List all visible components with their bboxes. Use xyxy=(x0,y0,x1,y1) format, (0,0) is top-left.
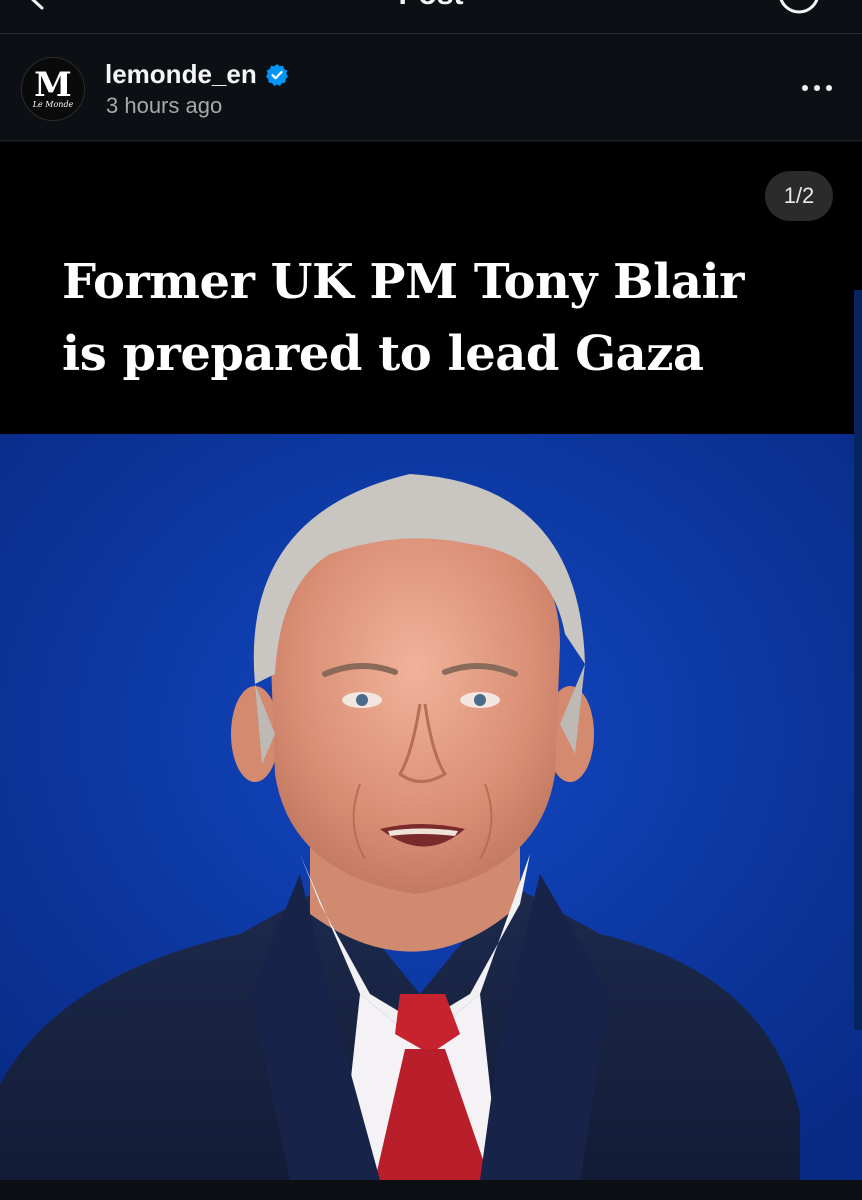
headline-line-1: Former UK PM Tony Blair xyxy=(62,254,744,310)
post-media-carousel[interactable]: 1/2 Former UK PM Tony Blair is prepared … xyxy=(0,142,862,1180)
post-headline: Former UK PM Tony Blair is prepared to l… xyxy=(62,246,802,390)
username-row: lemonde_en xyxy=(105,59,289,90)
avatar-monogram: M xyxy=(34,64,72,105)
verified-badge-icon xyxy=(265,63,288,86)
headline-card: 1/2 Former UK PM Tony Blair is prepared … xyxy=(0,142,862,434)
post-header: M Le Monde lemonde_en 3 hours ago xyxy=(0,35,862,141)
carousel-counter: 1/2 xyxy=(765,171,833,221)
avatar-wordmark: Le Monde xyxy=(32,99,74,109)
bottom-divider xyxy=(0,1180,862,1200)
top-navigation-bar: Post xyxy=(0,0,862,34)
username-link[interactable]: lemonde_en xyxy=(105,59,257,90)
circle-icon[interactable] xyxy=(776,0,822,16)
page-title: Post xyxy=(0,0,862,12)
scrollbar[interactable] xyxy=(854,290,862,1030)
avatar[interactable]: M Le Monde xyxy=(21,57,85,121)
more-options-icon[interactable] xyxy=(800,77,834,99)
portrait-illustration xyxy=(0,434,862,1180)
post-timestamp: 3 hours ago xyxy=(106,93,223,118)
portrait-photo xyxy=(0,434,862,1180)
headline-line-2: is prepared to lead Gaza xyxy=(62,326,704,382)
